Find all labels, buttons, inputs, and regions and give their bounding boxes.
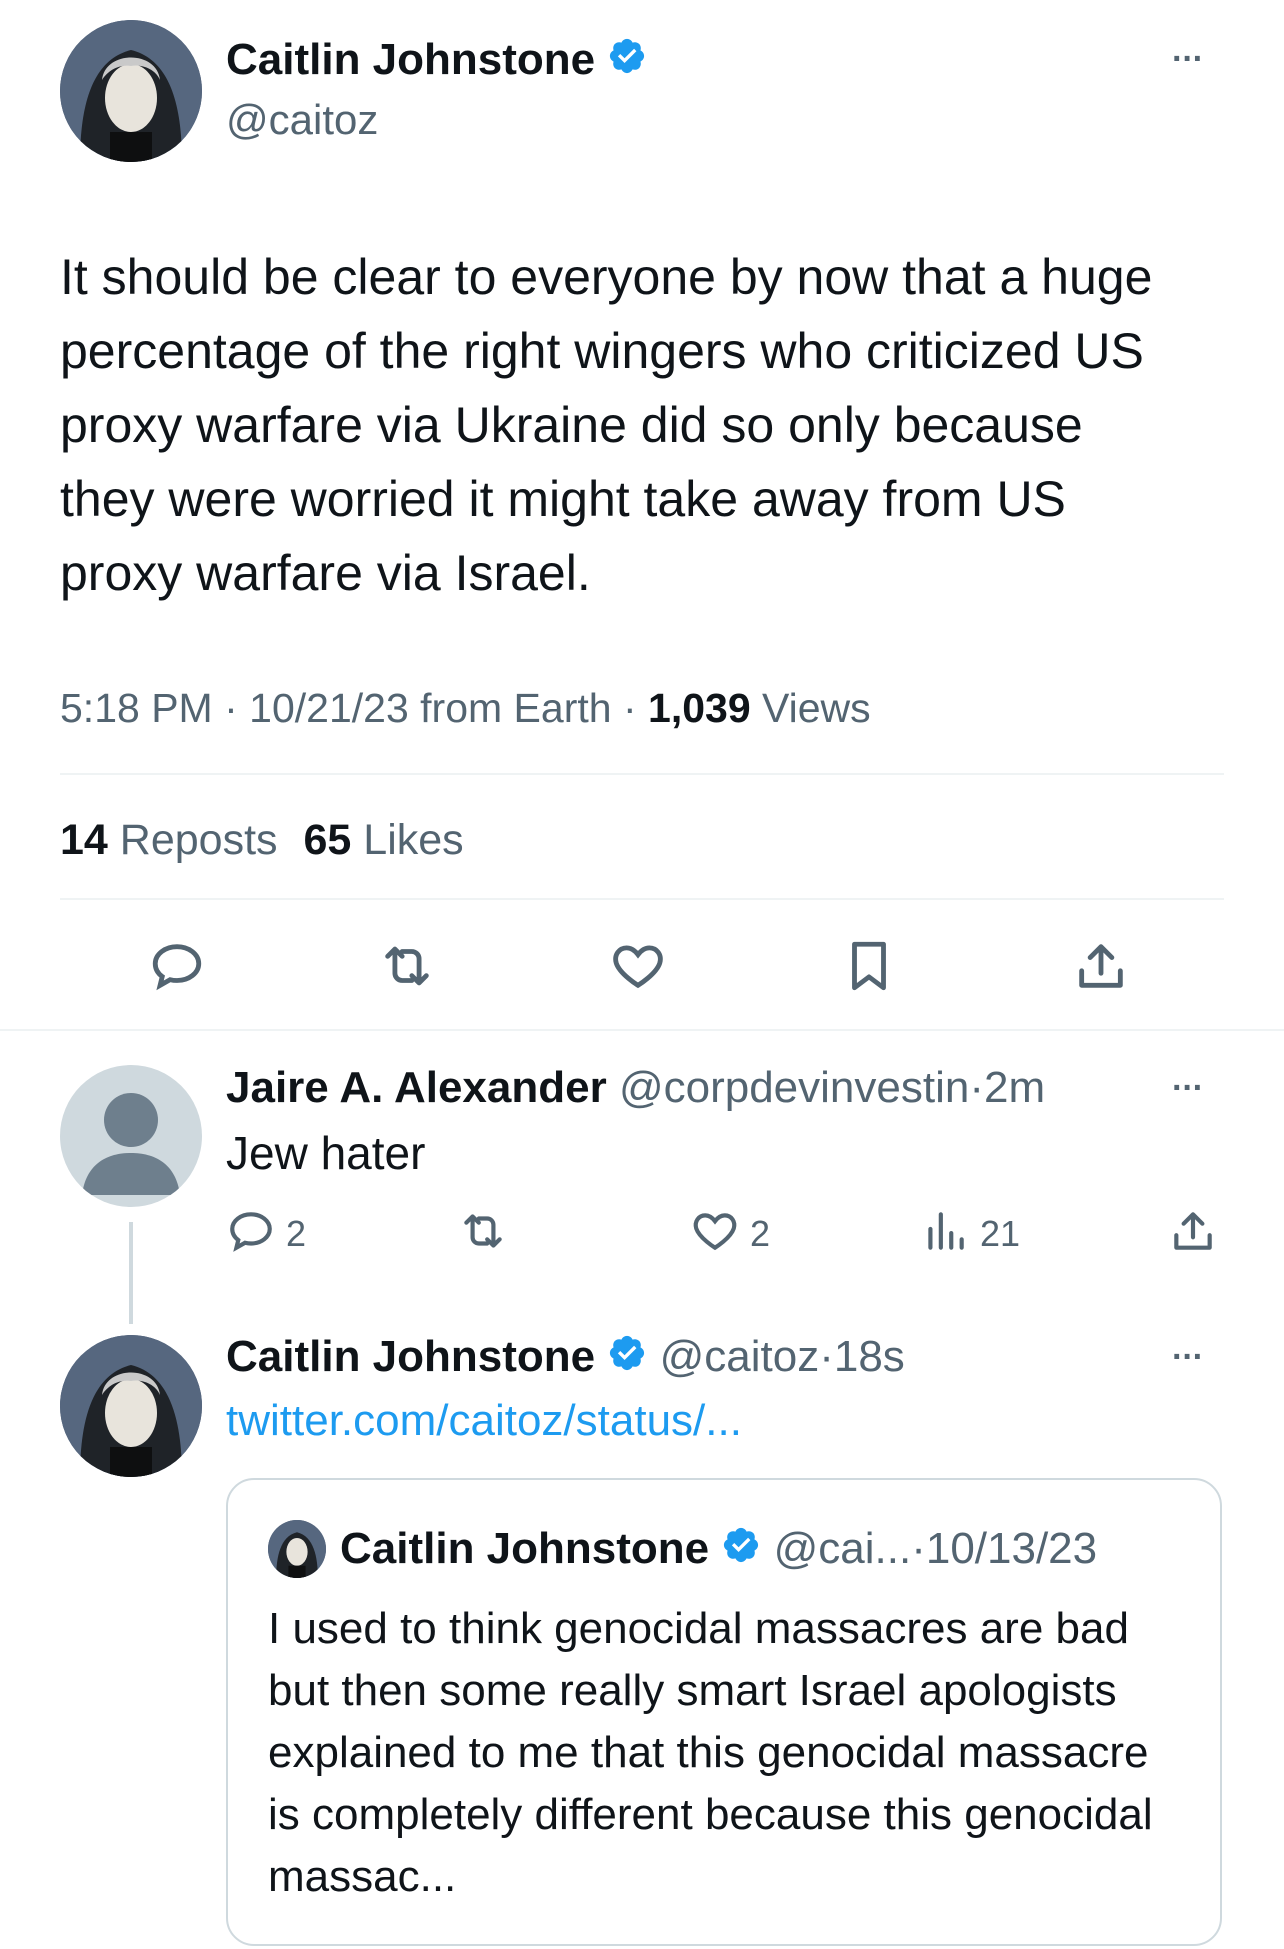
share-icon[interactable]: [1070, 935, 1132, 997]
reply-text: Jew hater: [226, 1127, 426, 1179]
self-reply-avatar[interactable]: [60, 1335, 202, 1477]
self-reply-time[interactable]: 18s: [834, 1332, 905, 1381]
reply-action-share[interactable]: [1168, 1206, 1218, 1261]
like-icon[interactable]: [607, 935, 669, 997]
quote-author-handle: @cai...: [773, 1524, 912, 1573]
tweet-text: It should be clear to everyone by now th…: [60, 249, 1153, 601]
reply-author-avatar[interactable]: [60, 1065, 202, 1207]
self-reply-author-handle[interactable]: @caitoz: [660, 1332, 820, 1381]
reply-author-name[interactable]: Jaire A. Alexander: [226, 1063, 607, 1112]
share-icon: [1168, 1212, 1218, 1260]
verified-badge-icon: [607, 1330, 647, 1388]
views-count: 1,039: [648, 685, 751, 731]
likes-stat[interactable]: 65 Likes: [304, 816, 464, 864]
thread-line: [129, 1222, 133, 1324]
reply-icon: [226, 1206, 276, 1261]
quote-author-avatar: [268, 1520, 326, 1578]
repost-icon[interactable]: [376, 935, 438, 997]
more-icon[interactable]: ···: [1172, 1071, 1204, 1105]
views-label: Views: [762, 685, 871, 731]
divider: [60, 773, 1224, 775]
repost-icon: [458, 1214, 508, 1260]
reply-time[interactable]: 2m: [984, 1063, 1045, 1112]
quote-tweet-card[interactable]: Caitlin Johnstone @cai...·10/13/23 I use…: [226, 1478, 1222, 1946]
more-icon[interactable]: ···: [1172, 42, 1204, 76]
author-name[interactable]: Caitlin Johnstone: [226, 35, 595, 84]
status-link[interactable]: twitter.com/caitoz/status/...: [226, 1393, 742, 1449]
tweet-meta: 5:18 PM · 10/21/23 from Earth · 1,039 Vi…: [60, 685, 871, 731]
verified-badge-icon: [721, 1522, 761, 1580]
like-icon: [690, 1206, 740, 1261]
divider: [0, 1029, 1284, 1031]
tweet-date-source[interactable]: 10/21/23 from Earth: [249, 685, 611, 731]
reposts-stat[interactable]: 14 Reposts: [60, 816, 290, 864]
author-handle[interactable]: @caitoz: [226, 92, 378, 148]
reply-action-like[interactable]: 2: [690, 1206, 770, 1261]
quote-author-name: Caitlin Johnstone: [340, 1524, 710, 1573]
reply-icon[interactable]: [146, 935, 208, 997]
engagement-stats: 14 Reposts 65 Likes: [60, 811, 464, 869]
reply-action-views[interactable]: 21: [920, 1206, 1020, 1261]
reply-author-handle[interactable]: @corpdevinvestin: [619, 1063, 969, 1112]
tweet-time[interactable]: 5:18 PM: [60, 685, 213, 731]
quote-date: 10/13/23: [925, 1524, 1098, 1573]
bookmark-icon[interactable]: [838, 935, 900, 997]
verified-badge-icon: [607, 32, 647, 92]
quote-text: I used to think genocidal massacres are …: [268, 1604, 1153, 1901]
views-icon: [920, 1206, 970, 1261]
self-reply-author-name[interactable]: Caitlin Johnstone: [226, 1332, 595, 1381]
divider: [60, 898, 1224, 900]
more-icon[interactable]: ···: [1172, 1340, 1204, 1374]
reply-action-repost[interactable]: [458, 1206, 508, 1261]
author-avatar[interactable]: [60, 20, 202, 162]
reply-action-reply[interactable]: 2: [226, 1206, 306, 1261]
